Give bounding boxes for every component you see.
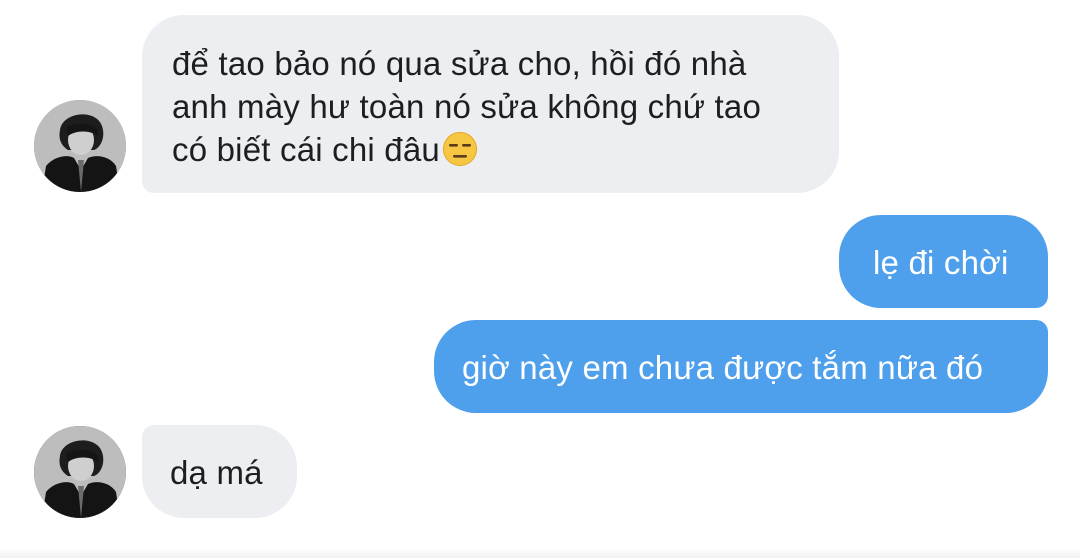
avatar-photo-icon xyxy=(34,426,126,518)
incoming-message-bubble[interactable]: để tao bảo nó qua sửa cho, hồi đó nhà an… xyxy=(142,15,839,193)
expressionless-face-emoji-icon xyxy=(442,131,478,177)
message-text: giờ này em chưa được tắm nữa đó xyxy=(462,349,984,386)
contact-avatar[interactable] xyxy=(34,100,126,192)
avatar-photo-icon xyxy=(34,100,126,192)
outgoing-message-bubble[interactable]: lẹ đi chời xyxy=(839,215,1048,308)
bottom-divider xyxy=(0,548,1080,558)
outgoing-message-bubble[interactable]: giờ này em chưa được tắm nữa đó xyxy=(434,320,1048,413)
message-text: dạ má xyxy=(170,454,263,491)
chat-thread: để tao bảo nó qua sửa cho, hồi đó nhà an… xyxy=(0,0,1080,558)
incoming-message-bubble[interactable]: dạ má xyxy=(142,425,297,518)
contact-avatar[interactable] xyxy=(34,426,126,518)
message-text: lẹ đi chời xyxy=(873,244,1009,281)
